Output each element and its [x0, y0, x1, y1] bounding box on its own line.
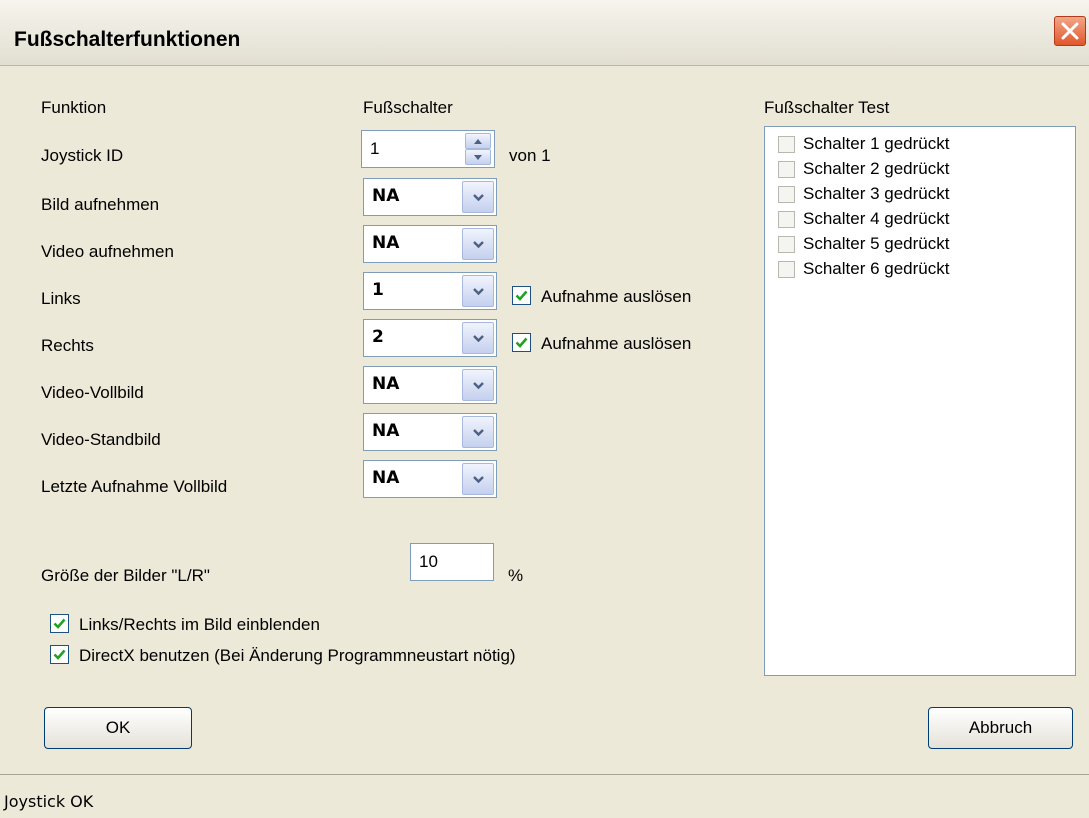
image-size-value[interactable]: 10: [419, 552, 438, 572]
spin-down-button[interactable]: [465, 149, 491, 165]
switch-test-checkbox: [778, 236, 795, 253]
switch-test-label: Schalter 3 gedrückt: [803, 184, 950, 203]
image-size-input[interactable]: 10: [410, 543, 494, 581]
switch-test-checkbox: [778, 136, 795, 153]
switch-test-label: Schalter 2 gedrückt: [803, 159, 950, 178]
chevron-down-icon: [473, 335, 484, 343]
dropdown-button[interactable]: [462, 463, 494, 495]
status-text: Joystick OK: [4, 792, 94, 811]
function-label: Links: [41, 289, 81, 308]
close-button[interactable]: [1054, 16, 1086, 46]
option-checkbox[interactable]: [50, 645, 69, 664]
function-select-value: 1: [372, 280, 384, 300]
option-label: DirectX benutzen (Bei Änderung Programmn…: [79, 646, 516, 665]
function-label: Video-Standbild: [41, 430, 161, 449]
option-checkbox[interactable]: [50, 614, 69, 633]
check-icon: [515, 337, 528, 348]
function-select[interactable]: NA: [363, 178, 497, 216]
header-fussschalter-test: Fußschalter Test: [764, 98, 890, 117]
dropdown-button[interactable]: [462, 416, 494, 448]
function-select[interactable]: NA: [363, 413, 497, 451]
function-select-value: NA: [372, 233, 400, 253]
joystick-count-label: von 1: [509, 146, 551, 165]
function-select[interactable]: NA: [363, 366, 497, 404]
switch-test-label: Schalter 6 gedrückt: [803, 259, 950, 278]
function-label: Video aufnehmen: [41, 242, 174, 261]
trigger-label: Aufnahme auslösen: [541, 334, 692, 353]
function-select[interactable]: 1: [363, 272, 497, 310]
check-icon: [53, 618, 66, 629]
ok-button[interactable]: OK: [44, 707, 192, 749]
joystick-id-label: Joystick ID: [41, 146, 124, 165]
switch-test-checkbox: [778, 186, 795, 203]
trigger-checkbox[interactable]: [512, 333, 531, 352]
chevron-down-icon: [473, 476, 484, 484]
spin-up-button[interactable]: [465, 133, 491, 149]
function-select[interactable]: NA: [363, 225, 497, 263]
spin-up-icon: [474, 139, 482, 144]
option-label: Links/Rechts im Bild einblenden: [79, 615, 320, 634]
chevron-down-icon: [473, 241, 484, 249]
function-select[interactable]: NA: [363, 460, 497, 498]
function-label: Video-Vollbild: [41, 383, 144, 402]
switch-test-checkbox: [778, 261, 795, 278]
check-icon: [515, 290, 528, 301]
joystick-id-spinner[interactable]: 1: [361, 130, 495, 168]
dropdown-button[interactable]: [462, 275, 494, 307]
image-size-unit: %: [508, 566, 524, 585]
joystick-id-value[interactable]: 1: [370, 139, 379, 159]
dropdown-button[interactable]: [462, 181, 494, 213]
title-bar[interactable]: Fußschalterfunktionen: [0, 0, 1089, 66]
image-size-label: Größe der Bilder "L/R": [41, 566, 210, 585]
dropdown-button[interactable]: [462, 322, 494, 354]
function-select-value: NA: [372, 374, 400, 394]
cancel-button[interactable]: Abbruch: [928, 707, 1073, 749]
function-label: Bild aufnehmen: [41, 195, 160, 214]
window-title: Fußschalterfunktionen: [14, 28, 241, 51]
dropdown-button[interactable]: [462, 369, 494, 401]
chevron-down-icon: [473, 382, 484, 390]
header-funktion: Funktion: [41, 98, 107, 117]
dialog-window: Fußschalterfunktionen Funktion Fußschalt…: [0, 0, 1089, 818]
function-label: Letzte Aufnahme Vollbild: [41, 477, 228, 496]
chevron-down-icon: [473, 429, 484, 437]
function-select-value: NA: [372, 186, 400, 206]
trigger-checkbox[interactable]: [512, 286, 531, 305]
trigger-label: Aufnahme auslösen: [541, 287, 692, 306]
function-label: Rechts: [41, 336, 94, 355]
header-fussschalter: Fußschalter: [363, 98, 453, 117]
spin-down-icon: [474, 155, 482, 160]
switch-test-label: Schalter 5 gedrückt: [803, 234, 950, 253]
chevron-down-icon: [473, 194, 484, 202]
function-select[interactable]: 2: [363, 319, 497, 357]
close-icon: [1061, 22, 1079, 40]
switch-test-checkbox: [778, 161, 795, 178]
dropdown-button[interactable]: [462, 228, 494, 260]
function-select-value: NA: [372, 421, 400, 441]
switch-test-checkbox: [778, 211, 795, 228]
chevron-down-icon: [473, 288, 484, 296]
function-select-value: NA: [372, 468, 400, 488]
check-icon: [53, 649, 66, 660]
switch-test-label: Schalter 4 gedrückt: [803, 209, 950, 228]
function-select-value: 2: [372, 327, 384, 347]
status-bar: Joystick OK: [0, 774, 1089, 818]
switch-test-label: Schalter 1 gedrückt: [803, 134, 950, 153]
